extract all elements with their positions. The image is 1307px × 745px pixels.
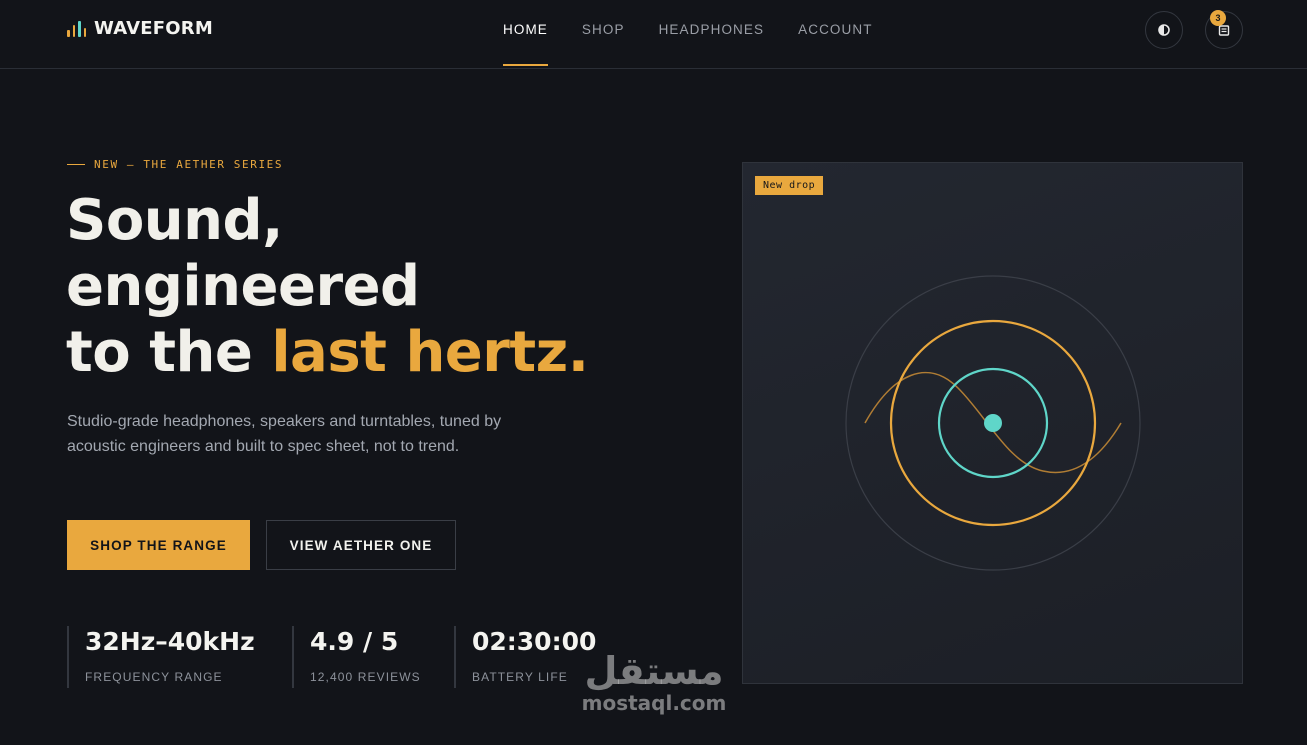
speaker-rings-graphic — [845, 275, 1141, 571]
stat-frequency: 32Hz–40kHz FREQUENCY RANGE — [67, 626, 292, 688]
eyebrow-rule — [67, 164, 85, 165]
nav-item-home[interactable]: HOME — [503, 0, 548, 68]
watermark-latin: mostaql.com — [581, 691, 727, 715]
main-nav: HOME SHOP HEADPHONES ACCOUNT — [503, 0, 873, 68]
top-navigation-bar: WAVEFORM HOME SHOP HEADPHONES ACCOUNT 3 — [0, 0, 1307, 69]
headline-line-3: to the — [66, 320, 272, 385]
stat-label: FREQUENCY RANGE — [85, 670, 223, 684]
cart-count-badge: 3 — [1210, 10, 1226, 26]
nav-item-shop[interactable]: SHOP — [582, 0, 625, 68]
cart-button[interactable]: 3 — [1205, 10, 1243, 49]
stat-value: 4.9 / 5 — [310, 627, 399, 656]
stat-label: 12,400 REVIEWS — [310, 670, 421, 684]
logo-bar — [83, 27, 86, 37]
brand-name: WAVEFORM — [94, 18, 213, 39]
hero-stats: 32Hz–40kHz FREQUENCY RANGE 4.9 / 5 12,40… — [67, 626, 634, 688]
headline-line-2: engineered — [66, 254, 420, 319]
product-visual-card: New drop — [742, 162, 1243, 684]
shop-the-range-button[interactable]: SHOP THE RANGE — [67, 520, 250, 570]
theme-toggle-button[interactable] — [1145, 11, 1183, 49]
hero-headline: Sound, engineered to the last hertz. — [66, 188, 589, 386]
brand-logo[interactable]: WAVEFORM — [67, 18, 213, 39]
new-drop-badge: New drop — [755, 176, 824, 195]
stat-reviews: 4.9 / 5 12,400 REVIEWS — [292, 626, 454, 688]
nav-item-headphones[interactable]: HEADPHONES — [659, 0, 765, 68]
logo-bar — [67, 29, 70, 37]
watermark: مستقل mostaql.com — [574, 650, 734, 714]
hero-eyebrow: NEW — THE AETHER SERIES — [67, 158, 283, 171]
cart-icon — [1218, 25, 1230, 36]
watermark-arabic: مستقل — [584, 649, 724, 693]
stat-value: 32Hz–40kHz — [85, 627, 255, 656]
logo-bar — [72, 24, 75, 37]
view-aether-one-button[interactable]: VIEW AETHER ONE — [266, 520, 456, 570]
headline-line-1: Sound, — [66, 188, 283, 253]
nav-item-account[interactable]: ACCOUNT — [798, 0, 872, 68]
contrast-icon — [1158, 24, 1170, 36]
center-dot — [984, 414, 1002, 432]
headline-accent: last hertz. — [271, 320, 589, 385]
eyebrow-text: NEW — THE AETHER SERIES — [94, 158, 284, 171]
logo-bar — [78, 20, 81, 37]
waveform-logo-icon — [67, 20, 86, 37]
hero-subcopy: Studio-grade headphones, speakers and tu… — [67, 413, 502, 455]
